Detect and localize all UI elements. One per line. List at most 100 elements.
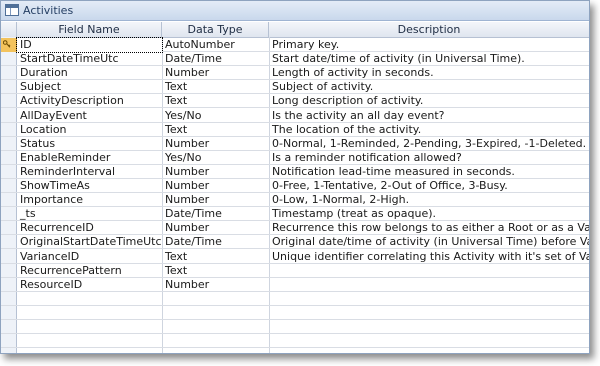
field-name-cell[interactable]: ID [16, 37, 163, 53]
row-selector[interactable] [1, 250, 17, 264]
field-name-cell[interactable]: Status [17, 137, 162, 151]
title-bar[interactable]: Activities [1, 1, 589, 21]
table-row[interactable]: Status Number 0-Normal, 1-Reminded, 2-Pend… [1, 137, 589, 151]
field-name-cell[interactable]: RecurrencePattern [17, 264, 162, 278]
table-row[interactable]: StartDateTimeUtc Date/Time Start date/time… [1, 52, 589, 67]
description-cell[interactable]: Start date/time of activity (in Universa… [269, 52, 589, 66]
description-cell[interactable]: Subject of activity. [269, 80, 589, 94]
table-row[interactable]: Subject Text Subject of activity. [1, 80, 589, 95]
description-cell[interactable]: Is a reminder notification allowed? [269, 151, 589, 165]
data-type-cell[interactable]: Text [162, 250, 269, 264]
table-row[interactable]: RecurrenceID Number Recurrence this row be… [1, 221, 589, 236]
data-type-cell[interactable]: AutoNumber [162, 38, 269, 52]
row-selector[interactable] [1, 123, 17, 137]
description-cell[interactable]: Original date/time of activity (in Unive… [269, 235, 589, 249]
row-selector[interactable] [1, 207, 17, 221]
description-cell[interactable]: Notification lead-time measured in secon… [269, 165, 589, 179]
row-selector[interactable] [1, 66, 17, 80]
row-selector[interactable] [1, 137, 17, 151]
row-selector[interactable] [1, 38, 17, 52]
description-header[interactable]: Description [269, 22, 589, 37]
row-selector[interactable] [1, 292, 17, 306]
row-selector[interactable] [1, 278, 17, 292]
row-selector[interactable] [1, 193, 17, 207]
row-selector[interactable] [1, 80, 17, 94]
field-name-cell[interactable]: Importance [17, 193, 162, 207]
table-row[interactable]: AllDayEvent Yes/No Is the activity an all … [1, 109, 589, 123]
table-row[interactable]: Duration Number Length of activity in seco… [1, 66, 589, 81]
row-selector[interactable] [1, 306, 17, 320]
row-selector[interactable] [1, 165, 17, 179]
field-name-cell[interactable]: VarianceID [17, 250, 162, 264]
table-row[interactable] [1, 306, 589, 320]
table-row[interactable]: RecurrencePattern Text [1, 264, 589, 278]
description-cell[interactable]: Primary key. [269, 38, 589, 52]
row-selector[interactable] [1, 109, 17, 123]
row-selector[interactable] [1, 264, 17, 278]
table-row[interactable]: Importance Number 0-Low, 1-Normal, 2-High. [1, 193, 589, 208]
field-name-cell[interactable]: StartDateTimeUtc [17, 52, 162, 66]
row-selector[interactable] [1, 151, 17, 165]
data-type-cell[interactable]: Number [162, 193, 269, 207]
data-type-cell[interactable]: Text [162, 94, 269, 108]
table-row[interactable]: ShowTimeAs Number 0-Free, 1-Tentative, 2-O… [1, 179, 589, 193]
data-type-cell[interactable]: Number [162, 137, 269, 151]
field-name-cell[interactable]: _ts [17, 207, 162, 221]
field-name-cell[interactable]: ActivityDescription [17, 94, 162, 108]
field-name-cell[interactable]: AllDayEvent [17, 109, 162, 123]
row-selector[interactable] [1, 334, 17, 348]
data-type-cell[interactable]: Date/Time [162, 52, 269, 66]
table-row[interactable]: EnableReminder Yes/No Is a reminder notifi… [1, 151, 589, 165]
table-row[interactable]: Location Text The location of the activity… [1, 123, 589, 137]
row-selector-header[interactable] [1, 22, 17, 37]
data-type-header[interactable]: Data Type [162, 22, 269, 37]
description-cell[interactable]: Length of activity in seconds. [269, 66, 589, 80]
table-row[interactable] [1, 320, 589, 334]
description-cell[interactable] [269, 278, 589, 292]
description-cell[interactable] [269, 264, 589, 278]
table-row[interactable]: VarianceID Text Unique identifier correlat… [1, 250, 589, 264]
table-row[interactable]: _ts Date/Time Timestamp (treat as opaque). [1, 207, 589, 222]
table-row[interactable] [1, 334, 589, 349]
data-type-cell[interactable]: Text [162, 80, 269, 94]
description-cell[interactable]: Is the activity an all day event? [269, 109, 589, 123]
data-type-cell[interactable]: Yes/No [162, 151, 269, 165]
description-cell[interactable]: Unique identifier correlating this Activ… [269, 250, 589, 264]
data-type-cell[interactable]: Number [162, 66, 269, 80]
table-row[interactable]: OriginalStartDateTimeUtc Date/Time Origina… [1, 235, 589, 250]
description-cell[interactable]: 0-Free, 1-Tentative, 2-Out of Office, 3-… [269, 179, 589, 193]
data-type-cell[interactable]: Text [162, 264, 269, 278]
field-name-cell[interactable]: Location [17, 123, 162, 137]
data-type-cell[interactable]: Yes/No [162, 109, 269, 123]
table-row[interactable] [1, 292, 589, 306]
field-name-cell[interactable]: Subject [17, 80, 162, 94]
field-name-cell[interactable]: ShowTimeAs [17, 179, 162, 193]
table-row[interactable]: ReminderInterval Number Notification lead-… [1, 165, 589, 179]
field-name-header[interactable]: Field Name [17, 22, 162, 37]
data-type-cell[interactable]: Number [162, 278, 269, 292]
row-selector[interactable] [1, 179, 17, 193]
data-type-cell[interactable]: Number [162, 165, 269, 179]
field-name-cell[interactable]: Duration [17, 66, 162, 80]
description-cell[interactable]: The location of the activity. [269, 123, 589, 137]
description-cell[interactable]: Timestamp (treat as opaque). [269, 207, 589, 221]
data-type-cell[interactable]: Number [162, 221, 269, 235]
row-selector[interactable] [1, 52, 17, 66]
field-name-cell[interactable]: RecurrenceID [17, 221, 162, 235]
description-cell[interactable]: 0-Low, 1-Normal, 2-High. [269, 193, 589, 207]
row-selector[interactable] [1, 221, 17, 235]
field-name-cell[interactable]: EnableReminder [17, 151, 162, 165]
description-cell[interactable]: 0-Normal, 1-Reminded, 2-Pending, 3-Expir… [269, 137, 589, 151]
row-selector[interactable] [1, 235, 17, 249]
row-selector[interactable] [1, 94, 17, 108]
description-cell[interactable]: Recurrence this row belongs to as either… [269, 221, 589, 235]
description-cell[interactable]: Long description of activity. [269, 94, 589, 108]
field-name-cell[interactable]: OriginalStartDateTimeUtc [17, 235, 162, 249]
data-type-cell[interactable]: Date/Time [162, 235, 269, 249]
data-type-cell[interactable]: Date/Time [162, 207, 269, 221]
data-type-cell[interactable]: Number [162, 179, 269, 193]
table-row[interactable]: ActivityDescription Text Long description … [1, 94, 589, 109]
table-row[interactable]: ResourceID Number [1, 278, 589, 292]
field-name-cell[interactable]: ReminderInterval [17, 165, 162, 179]
field-name-cell[interactable]: ResourceID [17, 278, 162, 292]
